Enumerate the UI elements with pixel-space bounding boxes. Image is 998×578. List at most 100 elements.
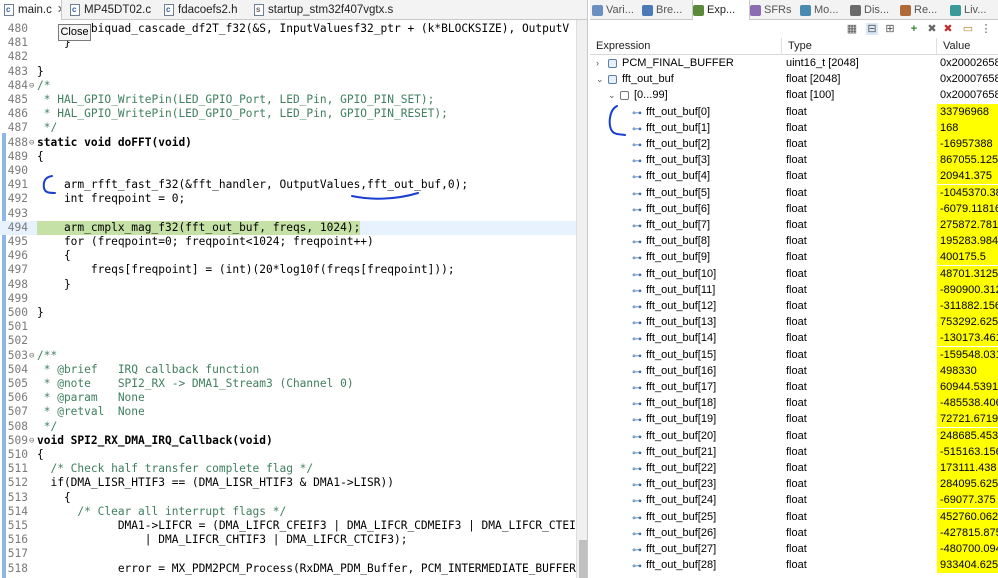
view-tab[interactable]: Mo... [800,0,850,20]
expression-value[interactable]: 498330 [937,362,998,379]
expression-value[interactable]: -6079.11816 [937,200,998,217]
view-tab[interactable]: Liv... [950,0,998,20]
expression-value[interactable]: -427815.875 [937,524,998,541]
expression-value[interactable]: 168 [937,119,998,136]
code-line[interactable]: 506 * @param None [0,391,576,405]
chevron-down-icon[interactable]: ⌄ [608,87,616,103]
code-line[interactable]: 505 * @note SPI2_RX -> DMA1_Stream3 (Cha… [0,377,576,391]
expression-row[interactable]: ⊶ fft_out_buf[25] float 452760.062 [590,508,998,525]
expression-value[interactable]: 195283.984 [937,233,998,250]
code-line[interactable]: 486 * HAL_GPIO_WritePin(LED_GPIO_Port, L… [0,107,576,121]
editor-scrollbar[interactable] [576,20,587,578]
fold-toggle-icon[interactable]: ⊖ [29,79,36,93]
code-line[interactable]: 504 * @brief IRQ callback function [0,363,576,377]
expression-value[interactable]: -16957388 [937,136,998,152]
expression-value[interactable]: -311882.156 [937,298,998,314]
tab-mp45dt02-c[interactable]: MP45DT02.c [66,0,156,20]
expression-row[interactable]: ⌄ fft_out_buf float [2048] 0x20007658 [590,71,998,87]
code-line[interactable]: 508 */ [0,420,576,434]
code-line[interactable]: 487 */ [0,121,576,135]
expression-row[interactable]: ⊶ fft_out_buf[9] float 400175.5 [590,249,998,266]
expression-row[interactable]: ⊶ fft_out_buf[2] float -16957388 [590,136,998,152]
add-expression-icon[interactable]: + [908,23,920,35]
expression-row[interactable]: ⊶ fft_out_buf[18] float -485538.406 [590,395,998,412]
expression-value[interactable]: -515163.156 [937,443,998,460]
expression-value[interactable]: 452760.062 [937,508,998,525]
code-line[interactable]: 503 ⊖/** [0,349,576,363]
expression-value[interactable]: 400175.5 [937,249,998,266]
code-line[interactable]: 494 arm_cmplx_mag_f32(fft_out_buf, freqs… [0,220,576,235]
code-line[interactable]: 518 error = MX_PDM2PCM_Process(RxDMA_PDM… [0,562,587,576]
close-icon[interactable]: ✕ [57,0,61,20]
expression-value[interactable]: -485538.406 [937,395,998,412]
expression-value[interactable]: -130173.461 [937,330,998,347]
fold-toggle-icon[interactable]: ⊖ [29,136,36,150]
expression-row[interactable]: ⊶ fft_out_buf[4] float 20941.375 [590,168,998,185]
code-line[interactable]: 514 /* Clear all interrupt flags */ [0,505,576,519]
expression-row[interactable]: ⊶ fft_out_buf[11] float -890900.312 [590,281,998,298]
code-line[interactable]: 509 ⊖ void SPI2_RX_DMA_IRQ_Callback(void) [0,434,576,448]
expression-row[interactable]: ⊶ fft_out_buf[14] float -130173.461 [590,330,998,347]
code-area[interactable]: 480 arm_biquad_cascade_df2T_f32(&S, Inpu… [0,20,587,578]
code-line[interactable]: 492 int freqpoint = 0; [0,192,576,206]
show-type-icon[interactable]: ▦ [846,23,858,35]
new-pin-icon[interactable]: ▭ [962,23,974,35]
code-line[interactable]: 513 { [0,491,576,505]
expression-value[interactable]: 275872.781 [937,217,998,233]
code-line[interactable]: 500} [0,306,576,320]
code-line[interactable]: 501 [0,320,576,334]
code-line[interactable]: 491 arm_rfft_fast_f32(&fft_handler, Outp… [0,178,576,192]
code-line[interactable]: 502 [0,334,576,348]
expression-value[interactable]: 933404.625 [937,557,998,574]
expression-value[interactable]: 0x20002658 [937,55,998,71]
code-line[interactable]: 512 if(DMA_LISR_HTIF3 == (DMA_LISR_HTIF3… [0,476,576,490]
expression-row[interactable]: ⊶ fft_out_buf[26] float -427815.875 [590,524,998,541]
code-line[interactable]: 498 } [0,278,576,292]
fold-toggle-icon[interactable]: ⊖ [29,434,36,448]
code-line[interactable]: 515 DMA1->LIFCR = (DMA_LIFCR_CFEIF3 | DM… [0,519,587,533]
expression-value[interactable]: -890900.312 [937,281,998,298]
code-line[interactable]: 485 * HAL_GPIO_WritePin(LED_GPIO_Port, L… [0,93,576,107]
view-tab[interactable]: Bre... [642,0,692,20]
expression-row[interactable]: ⊶ fft_out_buf[19] float 72721.6719 [590,411,998,428]
code-line[interactable]: 497 freqs[freqpoint] = (int)(20*log10f(f… [0,263,576,277]
expression-value[interactable]: 33796968 [937,103,998,120]
fold-toggle-icon[interactable]: ⊖ [29,349,36,363]
column-type[interactable]: Type [782,38,937,55]
expression-row[interactable]: ⊶ fft_out_buf[13] float 753292.625 [590,314,998,331]
expression-value[interactable]: -69077.375 [937,492,998,509]
code-line[interactable]: 493 [0,207,576,221]
code-line[interactable]: 516 | DMA_LIFCR_CHTIF3 | DMA_LIFCR_CTCIF… [0,533,576,547]
expression-value[interactable]: 72721.6719 [937,411,998,428]
chevron-down-icon[interactable]: ⌄ [596,71,604,87]
expression-row[interactable]: ⌄ [0...99] float [100] 0x20007658 [590,87,998,103]
code-editor[interactable]: main.c ✕ MP45DT02.c fdacoefs2.h startup_… [0,0,588,578]
expression-row[interactable]: ⊶ fft_out_buf[6] float -6079.11816 [590,200,998,217]
code-line[interactable]: 517 [0,547,576,561]
expression-row[interactable]: ⊶ fft_out_buf[24] float -69077.375 [590,492,998,509]
expression-row[interactable]: ⊶ fft_out_buf[17] float 60944.5391 [590,379,998,395]
column-value[interactable]: Value [937,38,998,55]
expression-row[interactable]: ⊶ fft_out_buf[22] float 173111.438 [590,460,998,476]
expression-row[interactable]: ⊶ fft_out_buf[10] float 48701.3125 [590,265,998,282]
code-line[interactable]: 488 ⊖ static void doFFT(void) [0,136,576,150]
column-expression[interactable]: Expression [590,38,782,55]
view-menu-icon[interactable]: ⋮ [980,23,992,35]
view-tab[interactable]: Re... [900,0,950,20]
expression-value[interactable]: -1045370.38 [937,184,998,201]
expression-value[interactable]: 248685.453 [937,427,998,444]
expression-value[interactable]: 284095.625 [937,476,998,493]
expression-row[interactable]: ⊶ fft_out_buf[16] float 498330 [590,362,998,379]
code-line[interactable]: 507 * @retval None [0,405,576,419]
remove-all-icon[interactable]: ✖ [942,23,954,35]
tab-startup-s[interactable]: startup_stm32f407vgtx.s [250,0,430,20]
chevron-right-icon[interactable]: › [596,55,599,71]
expression-value[interactable]: 60944.5391 [937,379,998,395]
tab-fdacoefs2-h[interactable]: fdacoefs2.h [160,0,244,20]
code-line[interactable]: 490 [0,164,576,178]
expression-row[interactable]: ⊶ fft_out_buf[7] float 275872.781 [590,217,998,233]
code-line[interactable]: 511 /* Check half transfer complete flag… [0,462,576,476]
expression-value[interactable]: -159548.031 [937,346,998,363]
expression-row[interactable]: › PCM_FINAL_BUFFER uint16_t [2048] 0x200026… [590,55,998,71]
tab-main-c[interactable]: main.c ✕ [0,0,62,20]
